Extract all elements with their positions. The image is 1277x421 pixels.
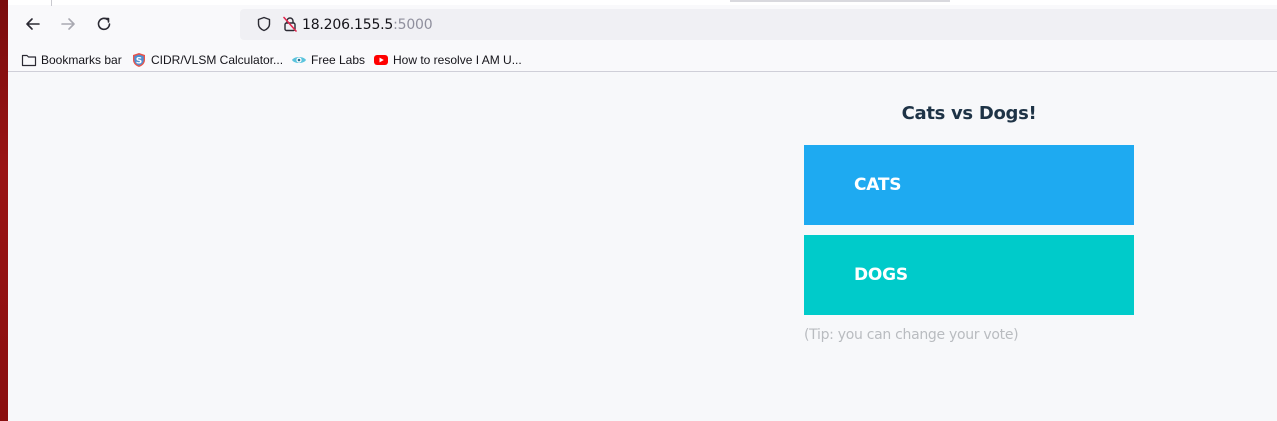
- vote-tip: (Tip: you can change your vote): [804, 327, 1019, 343]
- bookmark-free-labs[interactable]: Free Labs: [291, 51, 365, 68]
- bookmarks-bar: Bookmarks bar S CIDR/VLSM Calculator... …: [8, 47, 1277, 72]
- bookmark-label: Free Labs: [311, 52, 366, 67]
- page-title: Cats vs Dogs!: [901, 103, 1037, 124]
- vote-cats-button[interactable]: CATS: [804, 145, 1134, 225]
- insecure-lock-icon[interactable]: [282, 16, 298, 32]
- browser-toolbar: 18.206.155.5:5000: [8, 0, 1277, 47]
- back-button[interactable]: [21, 12, 45, 36]
- eye-favicon: [291, 52, 307, 68]
- url-text[interactable]: 18.206.155.5:5000: [302, 17, 433, 33]
- forward-button[interactable]: [56, 12, 80, 36]
- reload-button[interactable]: [92, 12, 116, 36]
- page-content: Cats vs Dogs! CATS DOGS (Tip: you can ch…: [8, 73, 1277, 421]
- youtube-favicon: [373, 52, 389, 68]
- bookmark-label: CIDR/VLSM Calculator...: [151, 52, 284, 67]
- window-edge: [0, 0, 8, 421]
- reload-icon: [97, 17, 111, 31]
- shield-icon[interactable]: [256, 16, 272, 32]
- bookmark-label: How to resolve I AM U...: [393, 52, 522, 67]
- url-port: :5000: [393, 17, 433, 33]
- url-host: 18.206.155.5: [302, 17, 394, 33]
- active-tab-edge: [730, 0, 950, 2]
- address-bar[interactable]: 18.206.155.5:5000: [240, 9, 1277, 40]
- folder-icon: [21, 52, 37, 68]
- tab-strip-edge: [8, 0, 1277, 5]
- bookmark-cidr-calculator[interactable]: S CIDR/VLSM Calculator...: [131, 51, 283, 68]
- bookmark-bookmarks-bar[interactable]: Bookmarks bar: [21, 51, 122, 68]
- arrow-right-icon: [61, 18, 75, 30]
- arrow-left-icon: [26, 18, 40, 30]
- tab-divider: [51, 0, 52, 6]
- calculator-favicon: S: [131, 52, 147, 68]
- svg-text:S: S: [136, 56, 142, 66]
- bookmark-label: Bookmarks bar: [41, 52, 122, 67]
- bookmark-youtube[interactable]: How to resolve I AM U...: [373, 51, 522, 68]
- vote-dogs-button[interactable]: DOGS: [804, 235, 1134, 315]
